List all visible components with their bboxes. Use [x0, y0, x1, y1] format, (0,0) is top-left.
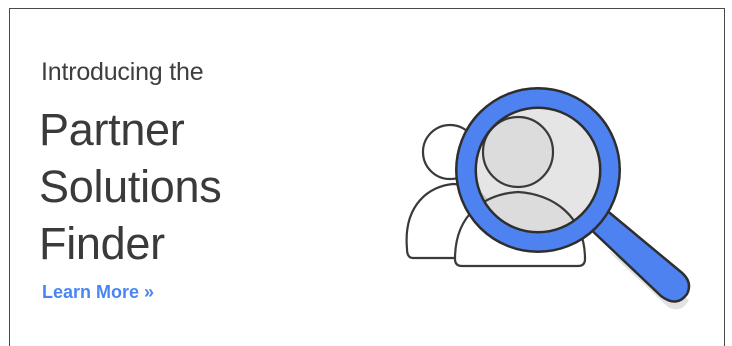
- magnifier-people-icon: [405, 87, 691, 310]
- headline: Partner Solutions Finder: [39, 101, 222, 272]
- intro-text: Introducing the: [41, 58, 204, 86]
- headline-line: Solutions: [39, 161, 222, 212]
- partner-finder-banner[interactable]: Introducing the Partner Solutions Finder…: [9, 8, 725, 346]
- learn-more-link[interactable]: Learn More »: [42, 282, 154, 303]
- headline-line: Finder: [39, 218, 165, 269]
- headline-line: Partner: [39, 104, 185, 155]
